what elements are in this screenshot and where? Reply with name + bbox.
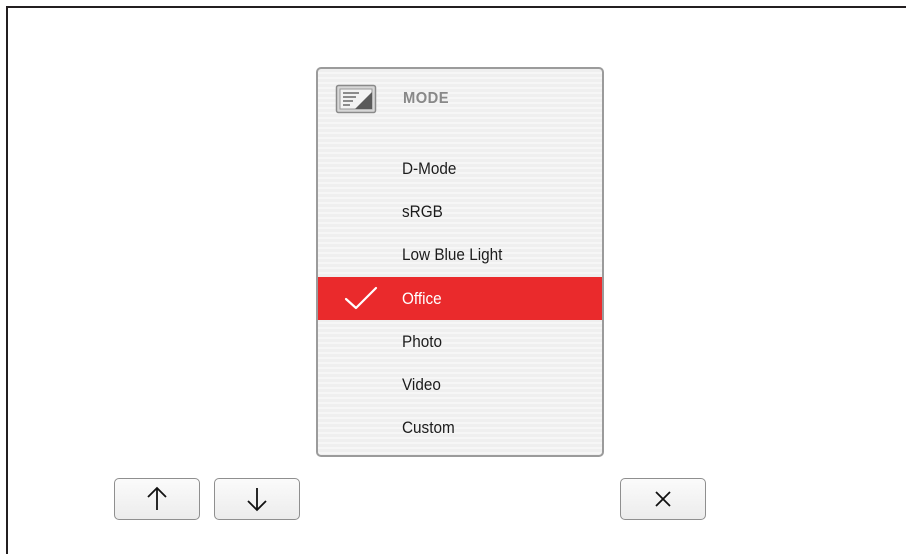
up-button[interactable] xyxy=(114,478,200,520)
arrow-down-icon xyxy=(247,488,267,512)
mode-item-video[interactable]: Video xyxy=(318,363,602,406)
mode-item-photo[interactable]: Photo xyxy=(318,320,602,363)
mode-item-low-blue-light[interactable]: Low Blue Light xyxy=(318,234,602,277)
osd-title: MODE xyxy=(403,90,449,107)
picture-mode-icon xyxy=(335,84,377,114)
close-icon xyxy=(655,491,671,507)
mode-list: D-Mode sRGB Low Blue Light Office Photo … xyxy=(318,147,602,450)
mode-item-custom[interactable]: Custom xyxy=(318,407,602,450)
mode-item-label: sRGB xyxy=(402,201,443,221)
mode-item-label: D-Mode xyxy=(402,158,457,178)
arrow-up-icon xyxy=(147,486,167,510)
down-button[interactable] xyxy=(214,478,300,520)
mode-item-label: Office xyxy=(402,288,442,308)
osd-mode-menu: MODE D-Mode sRGB Low Blue Light Office P… xyxy=(316,67,604,457)
osd-header: MODE xyxy=(318,69,602,135)
mode-item-office[interactable]: Office xyxy=(318,276,602,321)
mode-item-label: Video xyxy=(402,375,441,395)
mode-item-label: Photo xyxy=(402,331,442,351)
checkmark-icon xyxy=(344,286,378,309)
close-button[interactable] xyxy=(620,478,706,520)
mode-item-srgb[interactable]: sRGB xyxy=(318,190,602,233)
mode-item-d-mode[interactable]: D-Mode xyxy=(318,147,602,190)
mode-item-label: Custom xyxy=(402,418,455,438)
mode-item-label: Low Blue Light xyxy=(402,245,503,265)
